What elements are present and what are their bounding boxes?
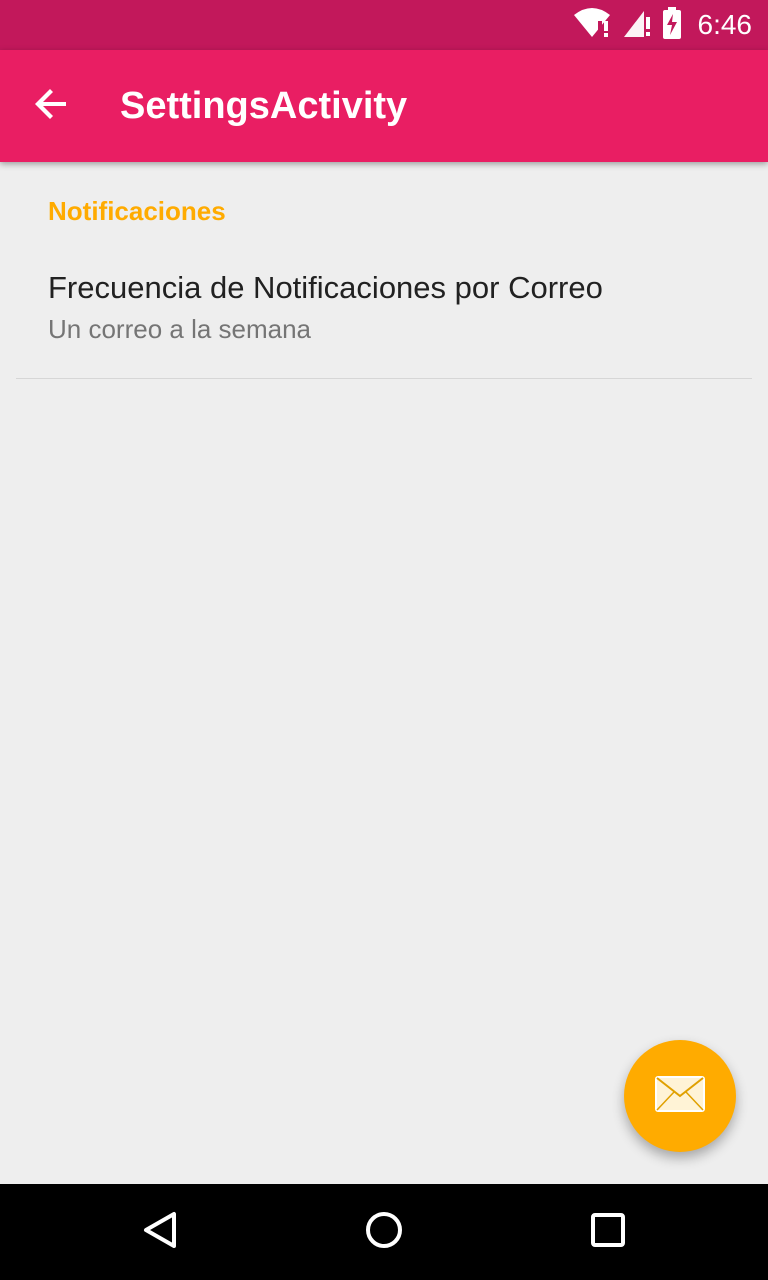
preference-category-title: Notificaciones [48, 196, 226, 226]
recents-square-icon [588, 1210, 628, 1255]
back-triangle-icon [140, 1210, 180, 1255]
preference-email-frequency[interactable]: Frecuencia de Notificaciones por Correo … [0, 252, 768, 378]
nav-back-button[interactable] [132, 1204, 188, 1260]
divider [16, 378, 752, 379]
status-bar: 6:46 [0, 0, 768, 50]
signal-alert-icon [622, 7, 652, 44]
wifi-alert-icon [572, 7, 612, 44]
nav-recents-button[interactable] [580, 1204, 636, 1260]
page-title: SettingsActivity [120, 85, 408, 127]
status-icons: 6:46 [572, 0, 753, 50]
preference-summary: Un correo a la semana [48, 314, 312, 344]
battery-charging-icon [662, 6, 682, 44]
settings-list: Notificaciones Frecuencia de Notificacio… [0, 162, 768, 1184]
nav-home-button[interactable] [356, 1204, 412, 1260]
preference-title: Frecuencia de Notificaciones por Correo [48, 270, 603, 305]
navigation-bar [0, 1184, 768, 1280]
status-time: 6:46 [697, 9, 753, 40]
email-fab-button[interactable] [624, 1040, 736, 1152]
home-circle-icon [364, 1210, 404, 1255]
app-bar: SettingsActivity [0, 50, 768, 162]
mail-icon [655, 1075, 705, 1117]
arrow-back-icon [34, 86, 70, 127]
back-button[interactable] [24, 78, 80, 134]
